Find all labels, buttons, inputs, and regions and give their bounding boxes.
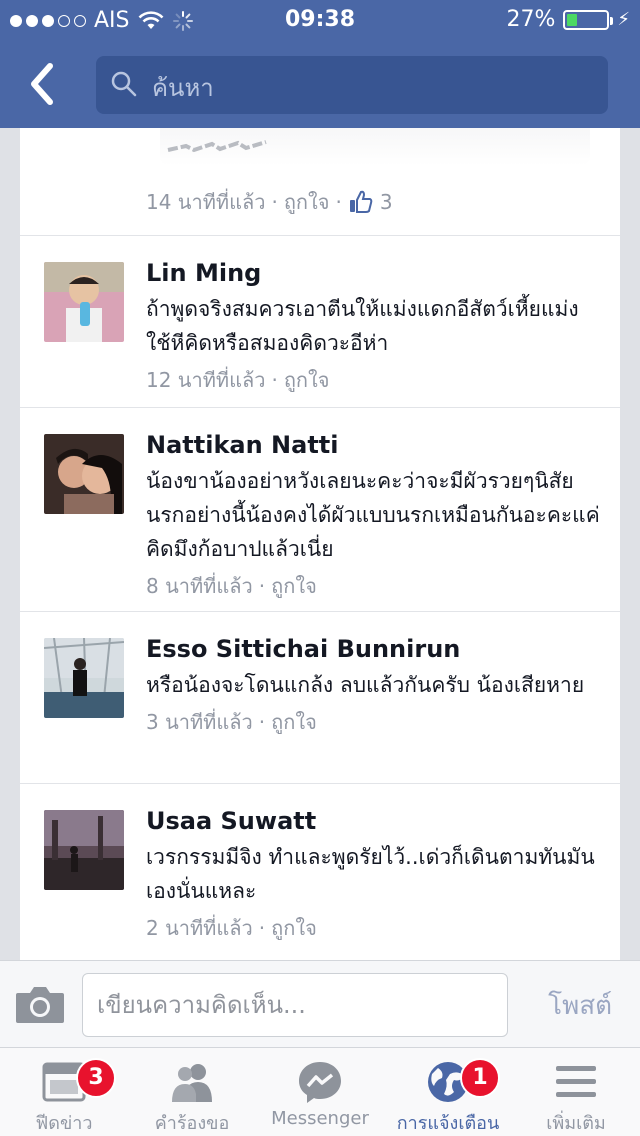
tab-news-feed[interactable]: 3 ฟีดข่าว: [0, 1048, 128, 1136]
commenter-name[interactable]: Lin Ming: [146, 258, 602, 288]
commenter-name[interactable]: Esso Sittichai Bunnirun: [146, 634, 602, 664]
avatar-image: [44, 638, 124, 718]
comment-text: เวรกรรมมีจิง ทำและพูดรัยไว้..เด่วก็เดินต…: [146, 845, 595, 903]
like-count[interactable]: 3: [348, 189, 393, 215]
comment-text: น้องขาน้องอย่าหวังเลยนะคะว่าจะมีผัวรวยๆน…: [146, 469, 600, 561]
partial-comment-scribble: [167, 140, 267, 153]
comment-time: 8 นาทีที่แล้ว: [146, 574, 253, 598]
tab-label: เพิ่มเติม: [546, 1113, 606, 1134]
tab-label: คำร้องขอ: [154, 1113, 230, 1134]
comment-body: Lin Ming ถ้าพูดจริงสมควรเอาตีนให้แม่งแดก…: [146, 258, 602, 396]
partial-comment-meta: 14 นาทีที่แล้ว · ถูกใจ · 3: [146, 186, 393, 218]
comment-item: Lin Ming ถ้าพูดจริงสมควรเอาตีนให้แม่งแดก…: [20, 236, 620, 408]
tab-bar: 3 ฟีดข่าว คำร้องขอ Messenger 1 การแจ้งเต…: [0, 1048, 640, 1136]
tab-friend-requests[interactable]: คำร้องขอ: [128, 1048, 256, 1136]
avatar[interactable]: [44, 434, 124, 514]
tab-notifications[interactable]: 1 การแจ้งเตือน: [384, 1048, 512, 1136]
avatar-image: [44, 262, 124, 342]
search-icon: [111, 71, 137, 97]
comments-list[interactable]: 14 นาทีที่แล้ว · ถูกใจ · 3 Lin Ming ถ้าพ…: [20, 128, 620, 960]
search-input[interactable]: ค้นหา: [152, 68, 214, 107]
comment-item: Esso Sittichai Bunnirun หรือน้องจะโดนแกล…: [20, 612, 620, 784]
notification-badge: 3: [76, 1058, 116, 1098]
comment-input[interactable]: เขียนความคิดเห็น...: [82, 973, 508, 1037]
tab-more[interactable]: เพิ่มเติม: [512, 1048, 640, 1136]
charging-bolt-icon: ⚡: [617, 9, 630, 30]
avatar[interactable]: [44, 262, 124, 342]
avatar-image: [44, 434, 124, 514]
friend-requests-icon: [172, 1064, 212, 1102]
like-link[interactable]: ถูกใจ: [284, 364, 330, 396]
thumbs-up-icon: [349, 190, 373, 213]
comment-composer: เขียนความคิดเห็น... โพสต์: [0, 960, 640, 1048]
like-link[interactable]: ถูกใจ: [271, 570, 317, 602]
status-bar: AIS 09:38 27% ⚡: [0, 0, 640, 40]
camera-button[interactable]: [14, 985, 66, 1025]
comment-text: หรือน้องจะโดนแกล้ง ลบแล้วกันครับ น้องเสี…: [146, 673, 585, 697]
battery-level-fill: [567, 13, 578, 26]
avatar[interactable]: [44, 810, 124, 890]
comment-body: Nattikan Natti น้องขาน้องอย่าหวังเลยนะคะ…: [146, 430, 602, 602]
comment-meta: 12 นาทีที่แล้ว · ถูกใจ: [146, 364, 602, 396]
comment-time: 2 นาทีที่แล้ว: [146, 916, 253, 940]
partial-comment: 14 นาทีที่แล้ว · ถูกใจ · 3: [20, 128, 620, 236]
notification-badge: 1: [460, 1058, 500, 1098]
comment-item: Nattikan Natti น้องขาน้องอย่าหวังเลยนะคะ…: [20, 408, 620, 612]
camera-icon: [16, 987, 64, 1023]
battery-percent: 27%: [506, 7, 556, 32]
separator-dot: ·: [258, 916, 266, 940]
separator-dot: ·: [258, 710, 266, 734]
like-count-number: 3: [379, 190, 393, 214]
comment-time: 12 นาทีที่แล้ว: [146, 368, 266, 392]
comment-time: 3 นาทีที่แล้ว: [146, 710, 253, 734]
comment-meta: 2 นาทีที่แล้ว · ถูกใจ: [146, 912, 602, 944]
search-box[interactable]: ค้นหา: [96, 56, 608, 114]
post-button[interactable]: โพสต์: [548, 985, 612, 1026]
comment-body: Usaa Suwatt เวรกรรมมีจิง ทำและพูดรัยไว้.…: [146, 806, 602, 944]
comment-item: Usaa Suwatt เวรกรรมมีจิง ทำและพูดรัยไว้.…: [20, 784, 620, 960]
top-header: AIS 09:38 27% ⚡ ค้นหา: [0, 0, 640, 128]
avatar[interactable]: [44, 638, 124, 718]
tab-label: การแจ้งเตือน: [396, 1113, 500, 1134]
commenter-name[interactable]: Nattikan Natti: [146, 430, 602, 460]
tab-label: Messenger: [271, 1108, 369, 1129]
separator-dot: ·: [335, 190, 342, 214]
comment-text: ถ้าพูดจริงสมควรเอาตีนให้แม่งแดกอีสัตว์เห…: [146, 297, 579, 355]
back-button[interactable]: [24, 60, 64, 108]
tab-messenger[interactable]: Messenger: [256, 1048, 384, 1136]
tab-label: ฟีดข่าว: [35, 1113, 93, 1134]
battery-icon: [563, 9, 614, 30]
like-link[interactable]: ถูกใจ: [271, 912, 317, 944]
messenger-icon: [299, 1062, 341, 1103]
status-right: 27% ⚡: [506, 7, 630, 32]
comment-meta: 8 นาทีที่แล้ว · ถูกใจ: [146, 570, 602, 602]
comment-body: Esso Sittichai Bunnirun หรือน้องจะโดนแกล…: [146, 634, 602, 738]
comment-meta: 3 นาทีที่แล้ว · ถูกใจ: [146, 706, 602, 738]
like-link[interactable]: ถูกใจ: [271, 706, 317, 738]
comment-time: 14 นาทีที่แล้ว: [146, 190, 266, 214]
separator-dot: ·: [271, 368, 278, 392]
separator-dot: ·: [271, 190, 278, 214]
commenter-name[interactable]: Usaa Suwatt: [146, 806, 602, 836]
menu-icon: [556, 1066, 596, 1097]
separator-dot: ·: [258, 574, 266, 598]
chevron-left-icon: [31, 63, 53, 105]
like-link[interactable]: ถูกใจ: [284, 186, 330, 218]
avatar-image: [44, 810, 124, 890]
